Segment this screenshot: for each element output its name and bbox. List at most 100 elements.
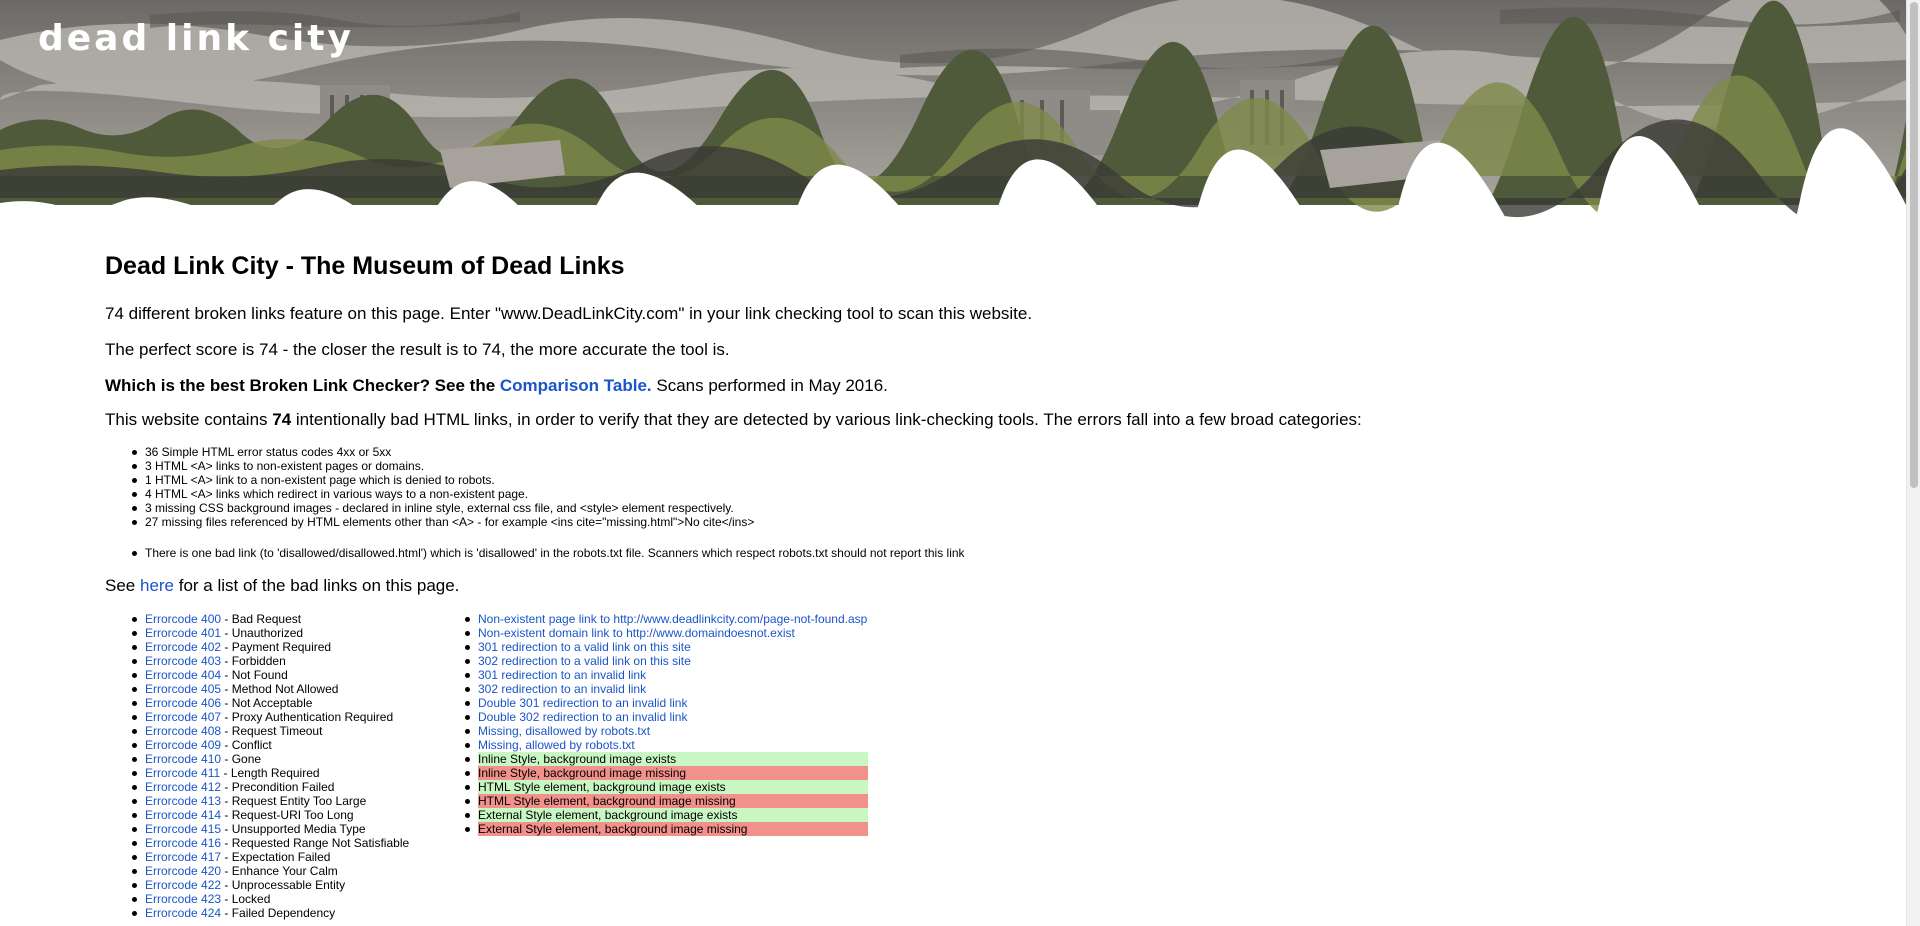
test-link[interactable]: Non-existent page link to http://www.dea… [478,612,867,626]
category-list: 36 Simple HTML error status codes 4xx or… [131,445,754,529]
error-code-item: Errorcode 412 - Precondition Failed [131,780,409,794]
error-code-link[interactable]: Errorcode 417 [145,850,221,864]
list-item: 36 Simple HTML error status codes 4xx or… [131,445,754,459]
error-code-link[interactable]: Errorcode 415 [145,822,221,836]
best-checker-question: Which is the best Broken Link Checker? S… [105,376,500,395]
error-code-link[interactable]: Errorcode 407 [145,710,221,724]
test-link-item: Missing, allowed by robots.txt [465,738,868,752]
test-link[interactable]: Non-existent domain link to http://www.d… [478,626,795,640]
page-title: Dead Link City - The Museum of Dead Link… [105,252,625,280]
list-item: 4 HTML <A> links which redirect in vario… [131,487,754,501]
error-code-item: Errorcode 416 - Requested Range Not Sati… [131,836,410,850]
error-code-item: Errorcode 423 - Locked [131,892,409,906]
error-code-item: Errorcode 404 - Not Found [131,668,409,682]
test-link[interactable]: 301 redirection to an invalid link [478,668,646,682]
error-code-item: Errorcode 402 - Payment Required [131,640,409,654]
test-link[interactable]: Double 301 redirection to an invalid lin… [478,696,687,710]
error-code-item: Errorcode 410 - Gone [131,752,409,766]
test-link[interactable]: Missing, disallowed by robots.txt [478,724,650,738]
test-link[interactable]: Missing, allowed by robots.txt [478,738,635,752]
error-code-description: - Bad Request [221,612,302,626]
vertical-scrollbar[interactable] [1906,0,1920,926]
error-code-link[interactable]: Errorcode 404 [145,668,221,682]
background-image-exists-item: External Style element, background image… [465,808,868,822]
test-link-list: Non-existent page link to http://www.dea… [465,612,868,836]
error-code-item: Errorcode 420 - Enhance Your Calm [131,864,409,878]
list-item: 3 missing CSS background images - declar… [131,501,754,515]
error-code-description: - Failed Dependency [221,906,336,920]
test-link[interactable]: 302 redirection to a valid link on this … [478,654,691,668]
error-code-item: Errorcode 415 - Unsupported Media Type [131,822,409,836]
link-count: 74 [272,410,292,429]
error-code-link[interactable]: Errorcode 412 [145,780,221,794]
error-code-link[interactable]: Errorcode 411 [145,766,220,780]
here-link[interactable]: here [140,576,174,595]
error-code-link[interactable]: Errorcode 409 [145,738,221,752]
error-code-item: Errorcode 414 - Request-URI Too Long [131,808,409,822]
error-code-description: - Method Not Allowed [221,682,339,696]
error-code-description: - Precondition Failed [221,780,335,794]
error-code-item: Errorcode 417 - Expectation Failed [131,850,409,864]
error-code-description: - Request Entity Too Large [221,794,367,808]
error-code-link[interactable]: Errorcode 423 [145,892,221,906]
see-list-paragraph: See here for a list of the bad links on … [105,576,460,595]
error-code-link[interactable]: Errorcode 406 [145,696,221,710]
best-checker-paragraph: Which is the best Broken Link Checker? S… [105,376,888,396]
error-code-description: - Requested Range Not Satisfiable [221,836,410,850]
comparison-table-link[interactable]: Comparison Table. [500,376,652,395]
background-image-missing-item: Inline Style, background image missing [465,766,868,780]
error-code-item: Errorcode 409 - Conflict [131,738,409,752]
error-code-link[interactable]: Errorcode 405 [145,682,221,696]
error-code-link[interactable]: Errorcode 414 [145,808,221,822]
error-code-item: Errorcode 407 - Proxy Authentication Req… [131,710,409,724]
robots-note: There is one bad link (to 'disallowed/di… [132,546,965,560]
error-code-description: - Unprocessable Entity [221,878,346,892]
test-link-item: Non-existent domain link to http://www.d… [465,626,868,640]
error-code-link[interactable]: Errorcode 408 [145,724,221,738]
test-link-item: 301 redirection to a valid link on this … [465,640,868,654]
test-link-item: Double 301 redirection to an invalid lin… [465,696,868,710]
error-code-link[interactable]: Errorcode 416 [145,836,221,850]
error-code-description: - Request-URI Too Long [221,808,354,822]
error-code-link[interactable]: Errorcode 422 [145,878,221,892]
error-code-link[interactable]: Errorcode 402 [145,640,221,654]
error-code-item: Errorcode 422 - Unprocessable Entity [131,878,409,892]
test-link-item: Missing, disallowed by robots.txt [465,724,868,738]
site-logo[interactable]: dead link city [38,18,354,59]
error-code-description: - Not Acceptable [221,696,313,710]
error-code-item: Errorcode 403 - Forbidden [131,654,409,668]
error-code-link[interactable]: Errorcode 424 [145,906,221,920]
error-code-description: - Locked [221,892,271,906]
error-code-description: - Not Found [221,668,288,682]
error-code-link[interactable]: Errorcode 401 [145,626,221,640]
intro-paragraph: 74 different broken links feature on thi… [105,304,1033,323]
error-code-link[interactable]: Errorcode 413 [145,794,221,808]
test-link-item: Non-existent page link to http://www.dea… [465,612,868,626]
error-code-description: - Proxy Authentication Required [221,710,394,724]
error-code-description: - Enhance Your Calm [221,864,338,878]
error-code-description: - Gone [221,752,262,766]
scrollbar-thumb[interactable] [1910,2,1918,488]
error-code-item: Errorcode 408 - Request Timeout [131,724,409,738]
test-link-item: 301 redirection to an invalid link [465,668,868,682]
error-code-link[interactable]: Errorcode 420 [145,864,221,878]
background-image-missing-item: HTML Style element, background image mis… [465,794,868,808]
error-code-link[interactable]: Errorcode 410 [145,752,221,766]
main-content: Dead Link City - The Museum of Dead Link… [105,248,1885,920]
scans-note: Scans performed in May 2016. [651,376,888,395]
error-code-link[interactable]: Errorcode 400 [145,612,221,626]
error-code-description: - Unsupported Media Type [221,822,366,836]
test-link-item: 302 redirection to an invalid link [465,682,868,696]
error-code-item: Errorcode 411 - Length Required [131,766,409,780]
test-link[interactable]: 301 redirection to a valid link on this … [478,640,691,654]
test-link-item: 302 redirection to a valid link on this … [465,654,868,668]
list-item: 3 HTML <A> links to non-existent pages o… [131,459,754,473]
error-code-item: Errorcode 400 - Bad Request [131,612,409,626]
error-code-item: Errorcode 424 - Failed Dependency [131,906,409,920]
robots-note-list: There is one bad link (to 'disallowed/di… [132,546,965,560]
error-code-link[interactable]: Errorcode 403 [145,654,221,668]
test-link[interactable]: Double 302 redirection to an invalid lin… [478,710,687,724]
test-link[interactable]: 302 redirection to an invalid link [478,682,646,696]
error-code-description: - Conflict [221,738,272,752]
error-code-item: Errorcode 401 - Unauthorized [131,626,409,640]
